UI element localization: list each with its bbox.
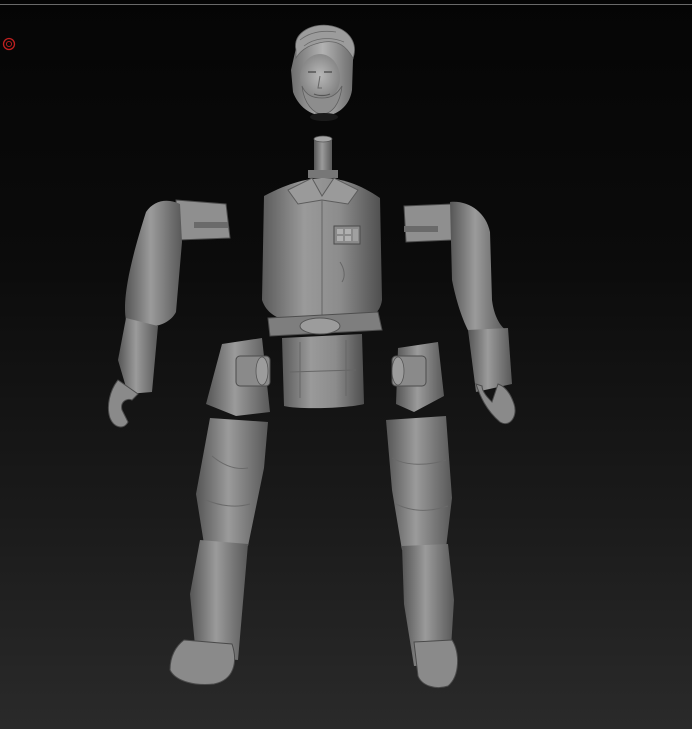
3d-viewport[interactable] (0, 0, 692, 729)
figure-model[interactable] (0, 0, 692, 729)
right-leg[interactable] (386, 342, 458, 689)
head[interactable] (291, 24, 355, 121)
torso[interactable] (262, 177, 382, 322)
belt[interactable] (267, 311, 383, 409)
neck-peg[interactable] (308, 135, 338, 178)
left-leg[interactable] (169, 338, 271, 685)
